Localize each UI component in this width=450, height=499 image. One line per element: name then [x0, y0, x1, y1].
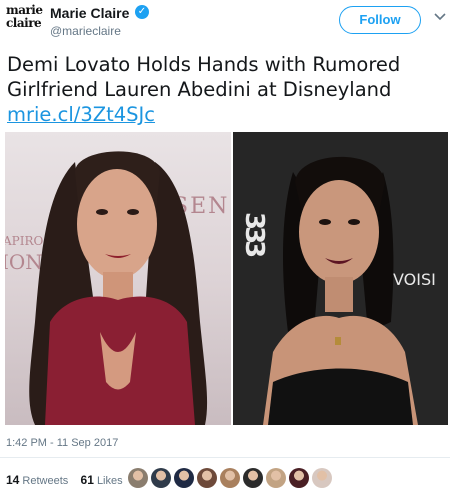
logo-line-2: claire [6, 16, 42, 30]
divider [0, 457, 450, 458]
liker-avatar[interactable] [312, 468, 332, 488]
tweet-timestamp[interactable]: 1:42 PM - 11 Sep 2017 [6, 437, 118, 449]
liker-avatar[interactable] [197, 468, 217, 488]
tweet-link[interactable]: mrie.cl/3Zt4SJc [7, 102, 447, 127]
retweets-count[interactable]: 14 [6, 473, 19, 487]
liker-avatar[interactable] [220, 468, 240, 488]
liker-avatar[interactable] [128, 468, 148, 488]
tweet-stats: 14 Retweets 61 Likes [6, 473, 123, 487]
chevron-down-icon[interactable] [434, 10, 446, 24]
account-handle[interactable]: @marieclaire [50, 24, 121, 38]
verified-badge-icon: ✓ [135, 5, 149, 19]
tweet-text-block: Demi Lovato Holds Hands with Rumored Gir… [7, 52, 447, 127]
marie-claire-avatar[interactable]: marie claire [6, 4, 44, 38]
tweet-text: Demi Lovato Holds Hands with Rumored Gir… [7, 53, 401, 101]
photo-right[interactable]: 333 VOISI [233, 132, 448, 425]
retweets-label[interactable]: Retweets [22, 475, 68, 487]
account-name[interactable]: Marie Claire [50, 5, 129, 21]
likes-label[interactable]: Likes [97, 475, 123, 487]
likes-count[interactable]: 61 [81, 473, 94, 487]
liker-avatar[interactable] [289, 468, 309, 488]
tweet-header: marie claire Marie Claire ✓ @marieclaire… [0, 0, 450, 46]
liker-avatar[interactable] [243, 468, 263, 488]
follow-button[interactable]: Follow [339, 6, 421, 34]
tweet-media[interactable]: SEN APIRO ION 333 VOISI [5, 132, 448, 425]
person-left-illustration [29, 151, 208, 425]
liker-avatar[interactable] [151, 468, 171, 488]
person-right-illustration [263, 156, 418, 425]
liker-avatar[interactable] [174, 468, 194, 488]
liker-avatar[interactable] [266, 468, 286, 488]
photo-left[interactable]: SEN APIRO ION [5, 132, 231, 425]
